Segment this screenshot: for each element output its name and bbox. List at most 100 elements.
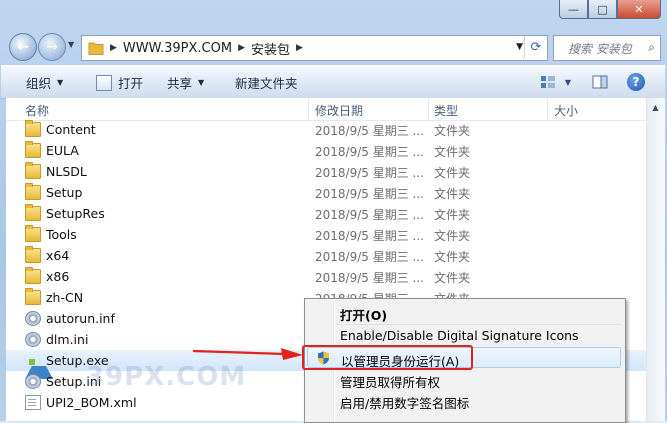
forward-button[interactable]: → (38, 33, 66, 61)
view-options-button[interactable] (537, 71, 559, 93)
column-header-date[interactable]: 修改日期 (315, 102, 363, 119)
menu-item-label: 管理员取得所有权 (340, 375, 441, 390)
pointer-arrow-annotation (193, 348, 303, 360)
forward-arrow-icon: → (46, 39, 58, 55)
file-name: x86 (46, 269, 70, 284)
highlight-box-annotation (302, 345, 473, 370)
share-menu-button[interactable]: 共享 ▼ (167, 73, 204, 92)
open-button[interactable]: 打开 (96, 73, 143, 92)
file-date: 2018/9/5 星期三 ... (315, 229, 424, 243)
menu-item-take-ownership[interactable]: 管理员取得所有权 (307, 369, 621, 390)
refresh-icon: ⟳ (530, 39, 542, 55)
menu-item-label: 打开(O) (340, 308, 388, 323)
column-header-name[interactable]: 名称 (25, 102, 49, 119)
folder-icon (25, 183, 41, 200)
list-item[interactable]: Tools 2018/9/5 星期三 ... 文件夹 (6, 224, 646, 245)
file-date: 2018/9/5 星期三 ... (315, 208, 424, 222)
column-header-size[interactable]: 大小 (554, 102, 578, 119)
search-input[interactable]: 搜索 安装包 ⌕ (553, 35, 661, 61)
organize-menu-button[interactable]: 组织 ▼ (26, 73, 63, 92)
settings-file-icon (25, 332, 41, 347)
window-controls: — □ ✕ (559, 0, 661, 19)
recent-pages-dropdown[interactable]: ▼ (68, 40, 74, 49)
folder-icon (25, 141, 41, 158)
new-folder-button[interactable]: 新建文件夹 (235, 73, 298, 92)
file-type: 文件夹 (434, 187, 471, 201)
back-button[interactable]: ← (9, 33, 37, 61)
list-item[interactable]: Content 2018/9/5 星期三 ... 文件夹 (6, 119, 646, 140)
breadcrumb-separator[interactable]: ▶ (296, 43, 303, 53)
list-item[interactable]: Setup 2018/9/5 星期三 ... 文件夹 (6, 182, 646, 203)
file-date: 2018/9/5 星期三 ... (315, 187, 424, 201)
folder-icon (25, 204, 41, 221)
address-bar[interactable]: ▶ WWW.39PX.COM ▶ 安装包 ▶ ▼ ⟳ (81, 35, 548, 61)
chevron-down-icon: ▼ (57, 78, 64, 87)
address-dropdown-icon[interactable]: ▼ (516, 42, 523, 52)
list-item[interactable]: EULA 2018/9/5 星期三 ... 文件夹 (6, 140, 646, 161)
help-icon: ? (627, 73, 645, 91)
file-date: 2018/9/5 星期三 ... (315, 145, 424, 159)
file-date: 2018/9/5 星期三 ... (315, 250, 424, 264)
settings-file-icon (25, 311, 41, 326)
list-item[interactable]: x86 2018/9/5 星期三 ... 文件夹 (6, 266, 646, 287)
file-type: 文件夹 (434, 145, 471, 159)
search-icon[interactable]: ⌕ (648, 40, 655, 55)
view-dropdown[interactable]: ▼ (557, 71, 579, 93)
close-button[interactable]: ✕ (617, 0, 661, 19)
file-name: Setup (46, 185, 83, 200)
folder-icon (25, 267, 41, 284)
folder-icon (25, 225, 41, 242)
file-name: Tools (46, 227, 77, 242)
column-divider[interactable] (547, 98, 548, 120)
file-type: 文件夹 (434, 250, 471, 264)
chevron-down-icon: ▼ (564, 77, 572, 87)
column-divider[interactable] (308, 98, 309, 120)
breadcrumb-separator[interactable]: ▶ (110, 43, 117, 53)
file-name: x64 (46, 248, 70, 263)
file-name: zh-CN (46, 290, 84, 305)
column-header-row: 名称 修改日期 类型 大小 (6, 98, 646, 121)
settings-file-icon (25, 374, 41, 389)
menu-item-toggle-signature-icons[interactable]: 启用/禁用数字签名图标 (307, 390, 621, 411)
menu-item-digital-signature-icons[interactable]: Enable/Disable Digital Signature Icons (307, 325, 621, 346)
breadcrumb-item[interactable]: WWW.39PX.COM (123, 41, 232, 56)
xml-file-icon (25, 395, 41, 410)
breadcrumb-item[interactable]: 安装包 (251, 39, 290, 58)
file-name: EULA (46, 143, 79, 158)
menu-item-label: Enable/Disable Digital Signature Icons (340, 328, 579, 343)
column-header-type[interactable]: 类型 (434, 102, 458, 119)
file-name: NLSDL (46, 164, 87, 179)
minimize-button[interactable]: — (559, 0, 588, 19)
back-arrow-icon: ← (17, 39, 29, 55)
file-type: 文件夹 (434, 124, 471, 138)
menu-item-label: 启用/禁用数字签名图标 (340, 396, 470, 411)
menu-item-open[interactable]: 打开(O) (307, 302, 621, 323)
folder-icon (25, 246, 41, 263)
preview-pane-button[interactable] (589, 71, 611, 93)
column-divider[interactable] (428, 98, 429, 120)
folder-icon (25, 288, 41, 305)
share-label: 共享 (167, 76, 193, 91)
vertical-scrollbar[interactable]: ▲ (646, 98, 665, 421)
organize-label: 组织 (26, 76, 52, 91)
refresh-button[interactable]: ⟳ (524, 36, 547, 58)
maximize-button[interactable]: □ (588, 0, 617, 19)
list-item[interactable]: x64 2018/9/5 星期三 ... 文件夹 (6, 245, 646, 266)
file-type: 文件夹 (434, 271, 471, 285)
file-date: 2018/9/5 星期三 ... (315, 166, 424, 180)
chevron-down-icon: ▼ (198, 78, 205, 87)
close-icon: ✕ (634, 2, 644, 16)
watermark: 39PX.COM (86, 362, 247, 392)
list-item[interactable]: NLSDL 2018/9/5 星期三 ... 文件夹 (6, 161, 646, 182)
help-button[interactable]: ? (625, 71, 647, 93)
scroll-up-icon[interactable]: ▲ (648, 100, 663, 115)
list-item[interactable]: SetupRes 2018/9/5 星期三 ... 文件夹 (6, 203, 646, 224)
folder-icon (25, 162, 41, 179)
folder-icon (88, 42, 104, 55)
maximize-icon: □ (597, 2, 608, 16)
file-name: Content (46, 122, 96, 137)
file-type: 文件夹 (434, 208, 471, 222)
minimize-icon: — (568, 2, 579, 16)
breadcrumb-separator[interactable]: ▶ (238, 43, 245, 53)
command-bar: 组织 ▼ 打开 共享 ▼ 新建文件夹 ▼ ? (1, 65, 665, 99)
